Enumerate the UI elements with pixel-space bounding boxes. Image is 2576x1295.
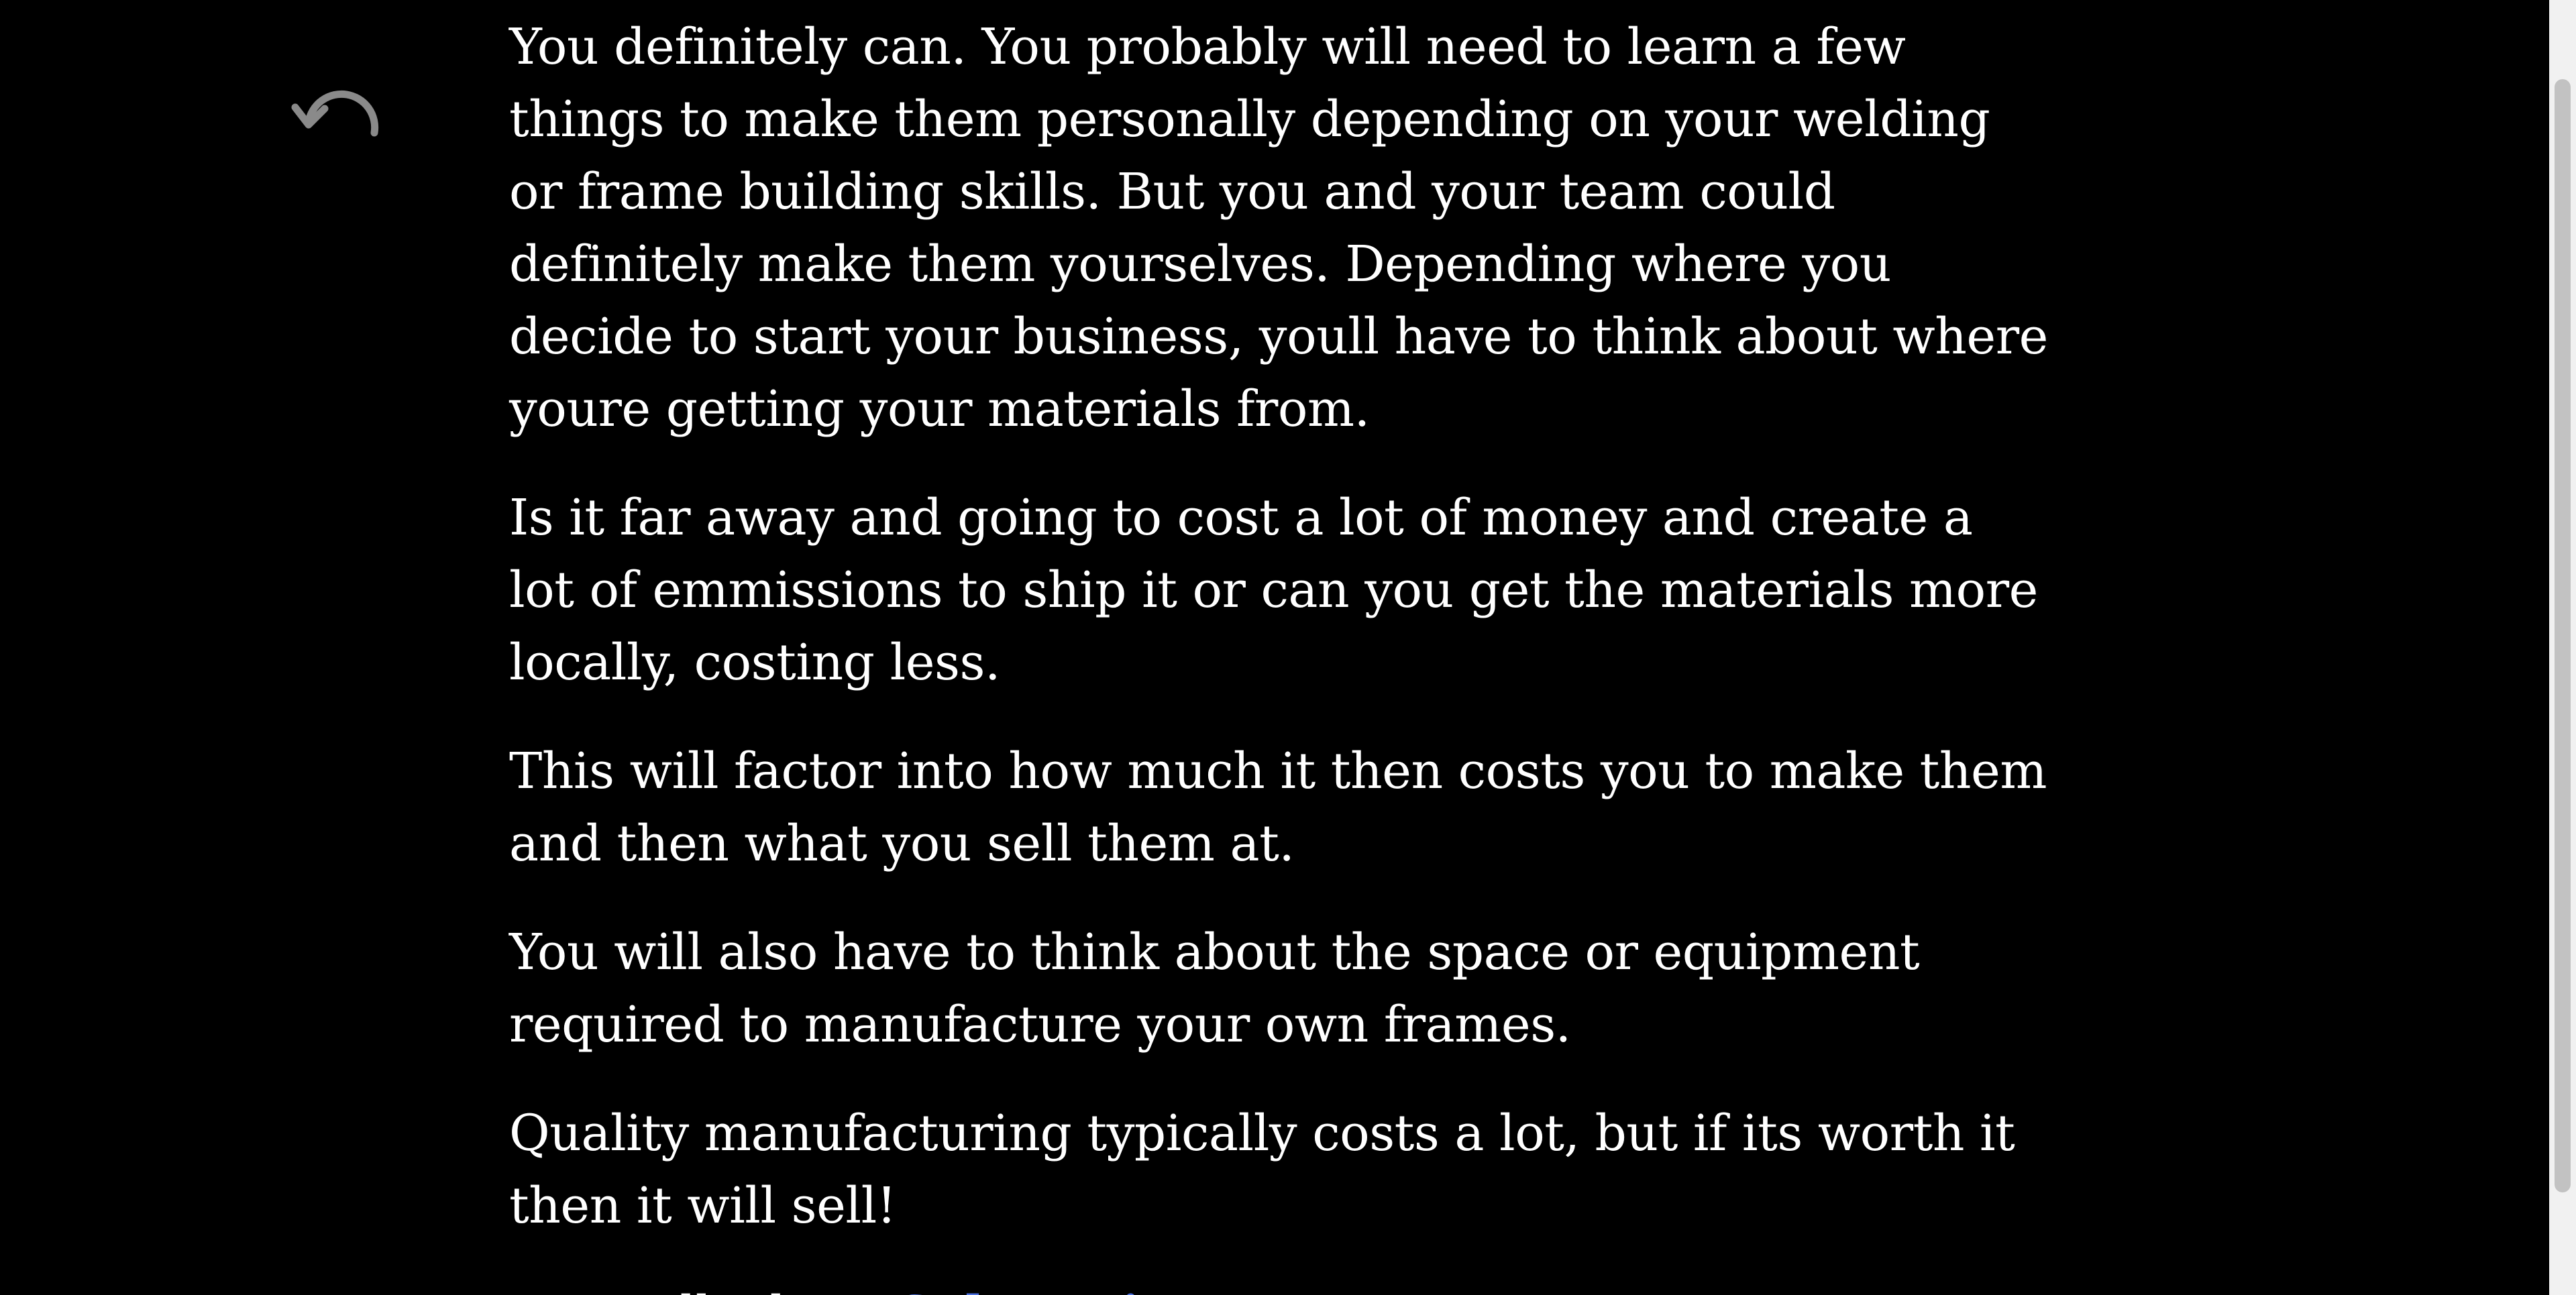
- sale-options-prompt: Lets talk about Sale options: [509, 1278, 2052, 1295]
- sale-options-link[interactable]: Sale options: [898, 1286, 1236, 1295]
- scrollbar[interactable]: [2549, 0, 2576, 1295]
- scrollbar-thumb[interactable]: [2555, 79, 2571, 1192]
- undo-button[interactable]: [288, 80, 389, 154]
- sale-options-prefix: Lets talk about: [509, 1286, 898, 1295]
- paragraph-4: You will also have to think about the sp…: [509, 923, 1920, 1054]
- paragraph-3: This will factor into how much it then c…: [509, 742, 2047, 872]
- message-content: You definitely can. You probably will ne…: [509, 11, 2052, 1295]
- paragraph-2: Is it far away and going to cost a lot o…: [509, 489, 2038, 691]
- paragraph-5: Quality manufacturing typically costs a …: [509, 1105, 2015, 1235]
- undo-arrow-icon: [291, 90, 379, 137]
- paragraph-1: You definitely can. You probably will ne…: [509, 18, 2048, 438]
